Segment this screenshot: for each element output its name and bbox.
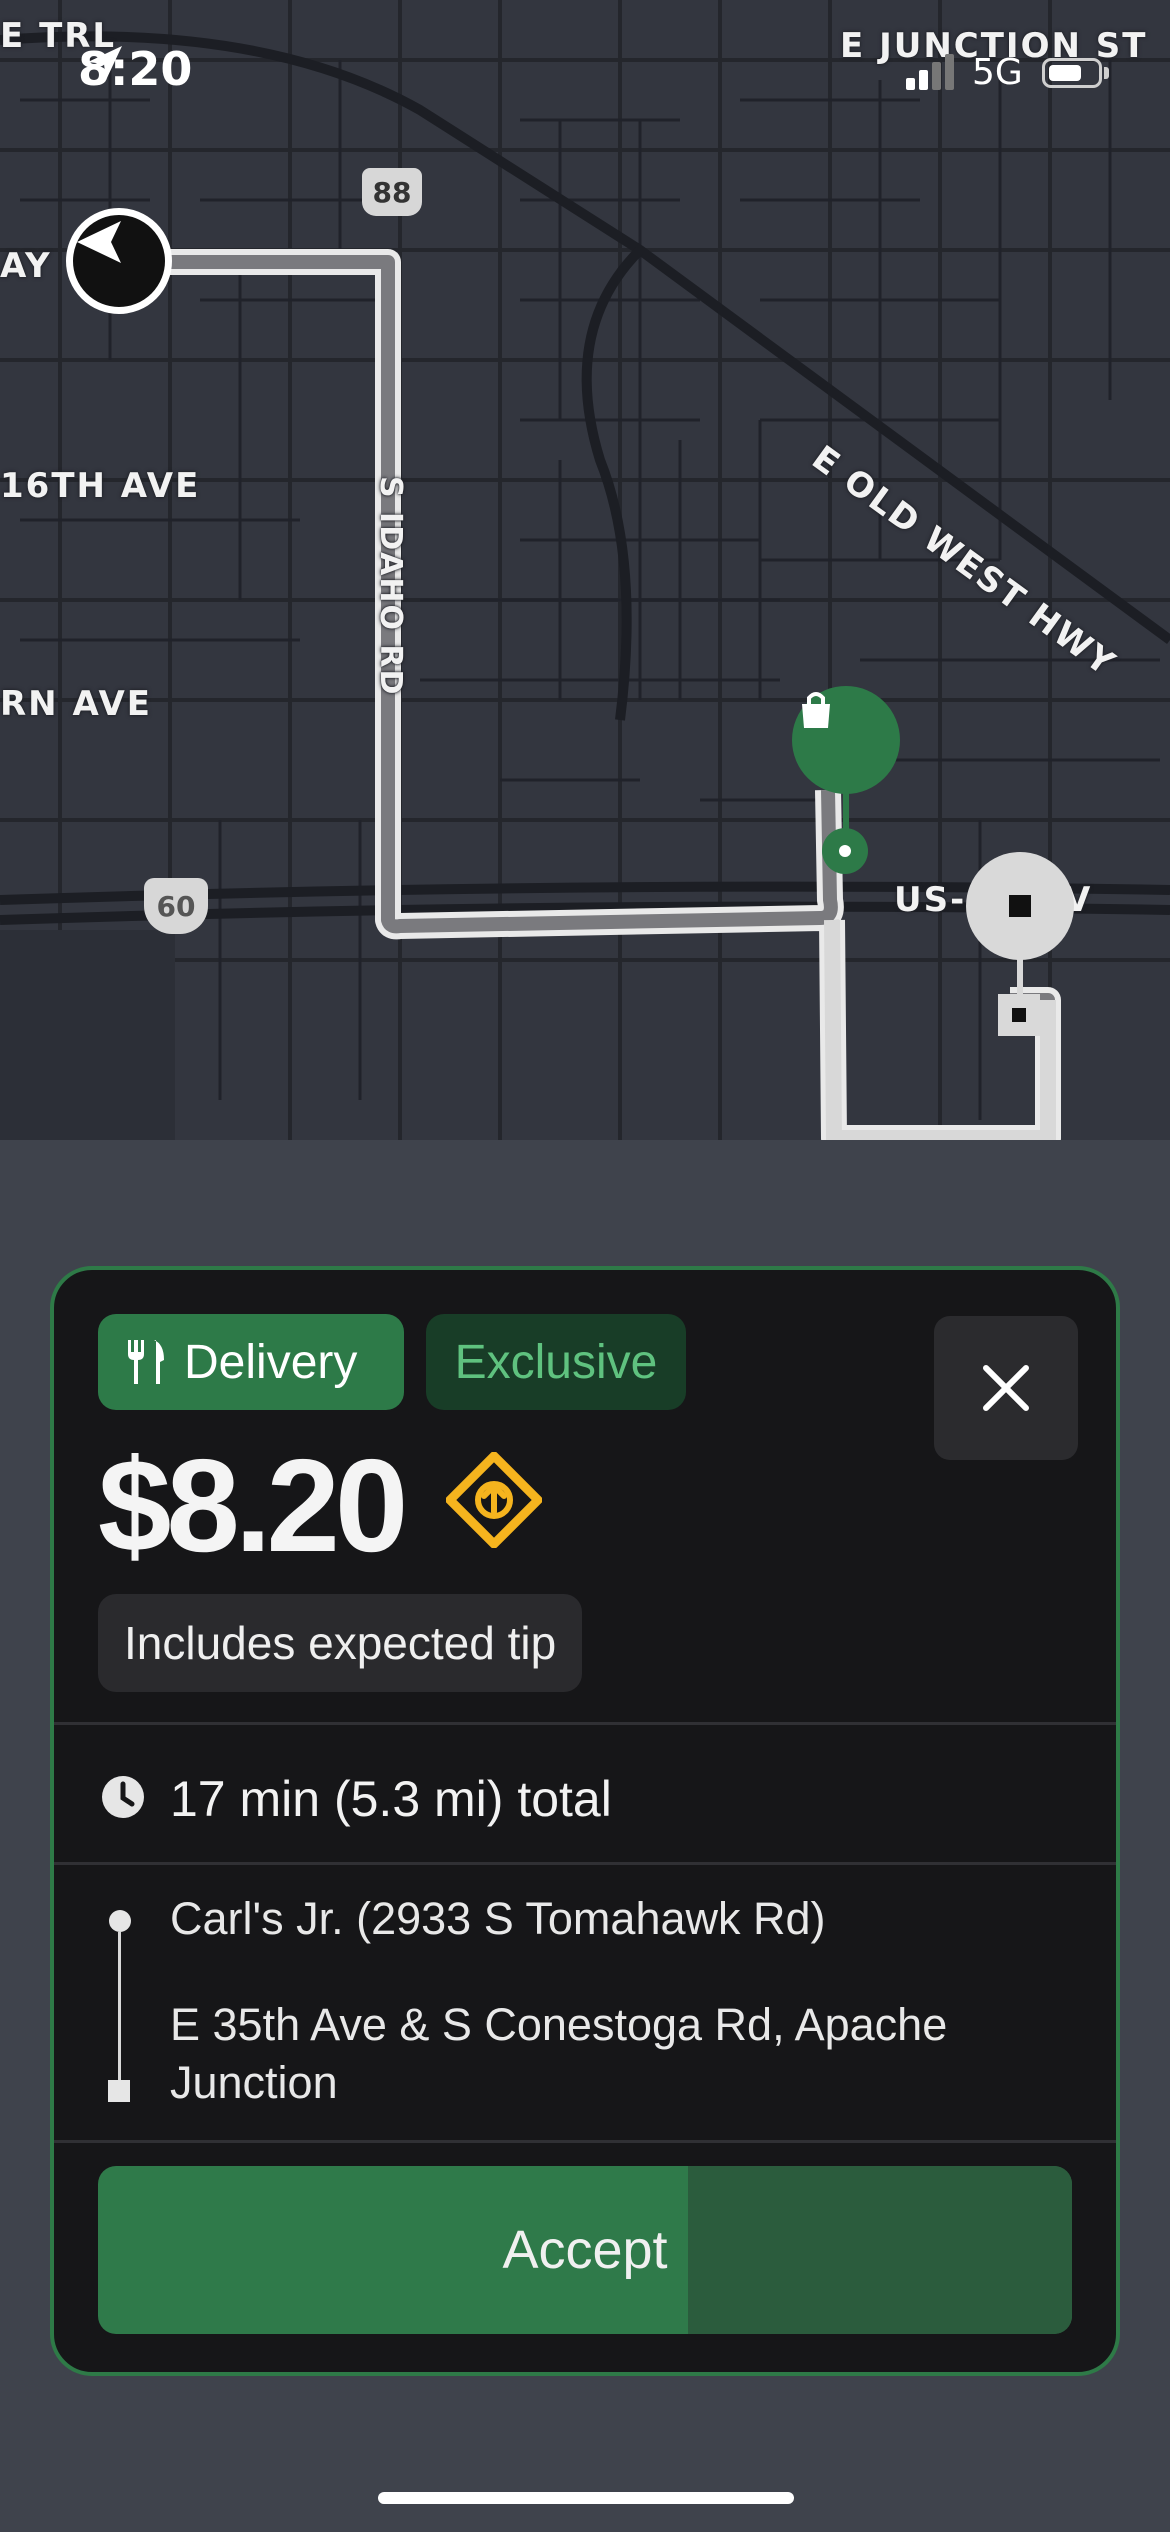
exclusive-badge: Exclusive bbox=[426, 1314, 686, 1410]
route-60-shield: 60 bbox=[144, 878, 208, 934]
current-location-marker[interactable] bbox=[66, 208, 172, 314]
pickup-marker[interactable] bbox=[792, 686, 900, 794]
signal-bar-3 bbox=[932, 62, 941, 90]
dropoff-address-line2: Junction bbox=[170, 2057, 338, 2108]
divider-2 bbox=[54, 1862, 1116, 1865]
divider-1 bbox=[54, 1722, 1116, 1725]
navigation-arrow-icon bbox=[77, 221, 121, 263]
signal-bar-4 bbox=[945, 54, 954, 90]
location-arrow-icon bbox=[88, 46, 122, 80]
signal-bar-2 bbox=[919, 70, 928, 90]
tip-chip: Includes expected tip bbox=[98, 1594, 583, 1692]
dropoff-marker[interactable] bbox=[966, 852, 1074, 960]
accept-label: Accept bbox=[502, 2220, 668, 2280]
map-label-us60: US- bbox=[894, 880, 967, 920]
battery-nub bbox=[1104, 67, 1109, 79]
pickup-marker-point bbox=[822, 828, 868, 874]
map-view[interactable]: 88 60 E TRL E JUNCTION ST AY 16TH AVE RN… bbox=[0, 0, 1170, 1140]
dropoff-square-icon bbox=[1009, 895, 1031, 917]
offer-price: $8.20 bbox=[98, 1432, 408, 1579]
divider-3 bbox=[54, 2140, 1116, 2143]
exclusive-label: Exclusive bbox=[454, 1335, 658, 1389]
accept-button[interactable]: Accept bbox=[98, 2166, 1072, 2334]
close-icon bbox=[983, 1365, 1029, 1411]
route-88-shield: 88 bbox=[362, 168, 422, 216]
map-label-idaho-rd: S IDAHO RD bbox=[373, 476, 408, 697]
tip-note: Includes expected tip bbox=[124, 1617, 557, 1669]
shopping-bag-icon bbox=[802, 692, 830, 728]
delivery-label: Delivery bbox=[184, 1335, 358, 1389]
dropoff-square-marker-icon bbox=[108, 2080, 130, 2102]
fork-knife-icon bbox=[128, 1340, 164, 1384]
pickup-dot-icon bbox=[109, 1910, 131, 1932]
network-type: 5G bbox=[972, 52, 1023, 93]
delivery-badge: Delivery bbox=[98, 1314, 404, 1410]
signal-bar-1 bbox=[906, 78, 915, 90]
map-label-rn-ave: RN AVE bbox=[0, 684, 153, 724]
home-indicator[interactable] bbox=[378, 2492, 794, 2504]
map-label-16th-ave: 16TH AVE bbox=[0, 466, 201, 506]
status-time: 8:20 bbox=[78, 42, 192, 96]
clock-icon bbox=[102, 1776, 144, 1818]
total-time-distance: 17 min (5.3 mi) total bbox=[170, 1771, 612, 1827]
battery-icon bbox=[1042, 58, 1102, 88]
offer-card: Delivery Exclusive $8.20 Includes expect… bbox=[50, 1266, 1120, 2376]
dropoff-marker-point bbox=[998, 994, 1040, 1036]
boost-icon bbox=[446, 1452, 542, 1548]
dropoff-address-line1: E 35th Ave & S Conestoga Rd, Apache bbox=[170, 1999, 948, 2050]
close-button[interactable] bbox=[934, 1316, 1078, 1460]
accept-progress-remaining bbox=[688, 2166, 1072, 2334]
route-connector bbox=[118, 1932, 121, 2090]
map-label-way: AY bbox=[0, 246, 52, 286]
pickup-address: Carl's Jr. (2933 S Tomahawk Rd) bbox=[170, 1893, 826, 1944]
